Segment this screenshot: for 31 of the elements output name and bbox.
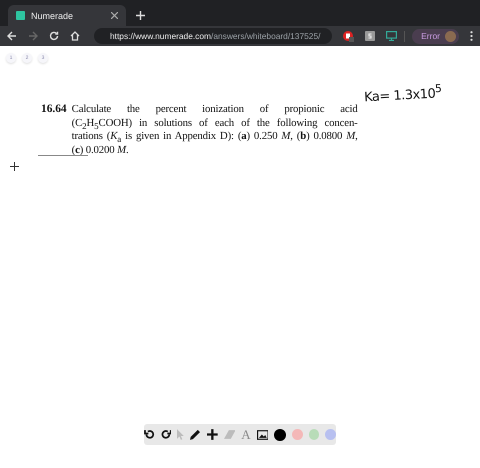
- pen-icon[interactable]: [190, 429, 201, 440]
- reload-icon[interactable]: [49, 31, 59, 41]
- redo-icon[interactable]: [160, 429, 172, 440]
- crosshair-cursor-icon: [10, 162, 19, 171]
- image-icon[interactable]: [256, 430, 268, 440]
- plus-icon[interactable]: [206, 429, 218, 440]
- undo-icon[interactable]: [144, 429, 155, 440]
- avatar-icon: [445, 30, 456, 42]
- profile-button[interactable]: Error: [412, 28, 459, 44]
- underline-stroke: [38, 155, 88, 156]
- back-icon[interactable]: [7, 31, 17, 41]
- problem-text-line: trations (K$_{a}$ is given in Appendix D): (a) 0.250 M, (b) 0.0800 M,: [72, 130, 358, 144]
- monitor-icon[interactable]: [386, 31, 398, 41]
- color-swatch[interactable]: [325, 429, 336, 440]
- browser-tab[interactable]: Numerade: [8, 5, 126, 26]
- problem-text-line: (c) 0.0200 M.: [72, 144, 130, 158]
- extension-icon[interactable]: [365, 31, 376, 41]
- handwritten-note: Ka= 1.3x10$^{5}$: [364, 82, 442, 106]
- address-field[interactable]: https://www.numerade.com/answers/whiteboard/137525/: [94, 28, 332, 44]
- new-tab-icon[interactable]: [136, 11, 145, 20]
- color-swatch[interactable]: [308, 429, 320, 440]
- menu-icon[interactable]: [470, 31, 473, 41]
- color-swatch[interactable]: [274, 428, 286, 440]
- close-icon[interactable]: [111, 12, 118, 19]
- problem-text-line: (C$_{2}$H$_{5}$COOH) in solutions of each of the following concen-: [72, 116, 358, 130]
- color-swatch[interactable]: [292, 429, 303, 440]
- extension-icon[interactable]: [343, 30, 354, 42]
- problem-number: 16.64: [41, 103, 67, 117]
- problem-text-line: Calculate the percent ionization of propionic acid: [72, 103, 358, 117]
- site-icon: [16, 11, 25, 20]
- home-icon[interactable]: [70, 31, 80, 41]
